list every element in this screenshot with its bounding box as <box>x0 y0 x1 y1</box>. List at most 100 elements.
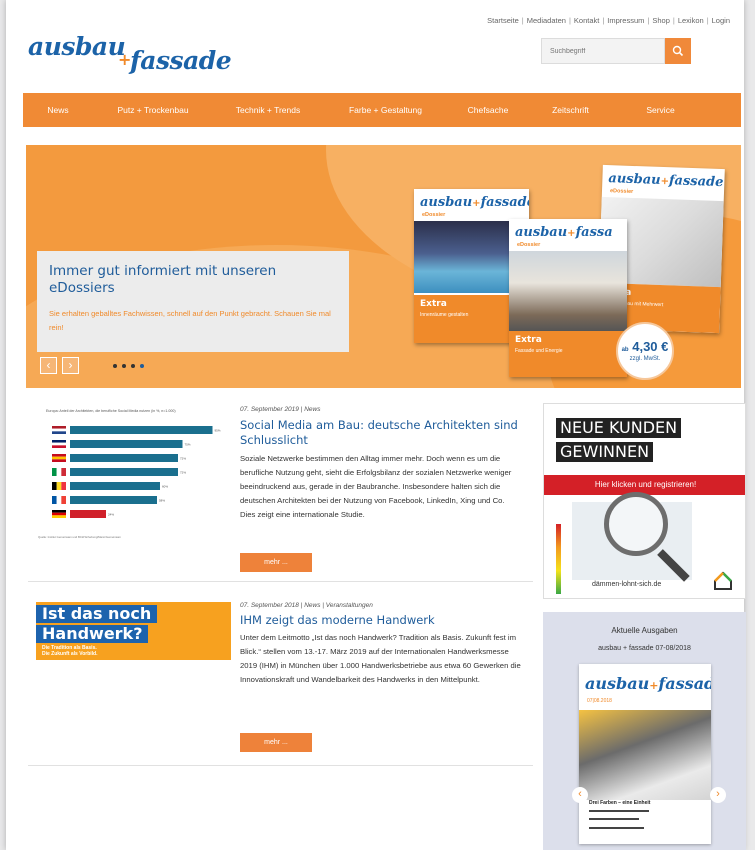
house-icon <box>714 571 732 590</box>
flag-es <box>52 454 66 457</box>
chart-bar <box>70 496 157 504</box>
toplink-shop[interactable]: Shop <box>652 16 670 25</box>
slider-dot[interactable] <box>113 364 117 368</box>
flag-es <box>52 459 66 462</box>
flag-uk <box>52 445 66 448</box>
cover-logo: ausbau+fassade <box>420 195 529 210</box>
flag-fr <box>52 496 57 504</box>
flag-be <box>52 482 57 490</box>
social-media-chart[interactable]: Europa: Anteil der Architekten, die beru… <box>34 406 224 546</box>
hero-next-button[interactable]: › <box>62 357 79 374</box>
nav-item[interactable]: News <box>23 105 93 115</box>
nav-item[interactable]: Chefsache <box>448 105 528 115</box>
article-card: Europa: Anteil der Architekten, die beru… <box>28 400 533 582</box>
cover-logo: ausbau+fassa <box>515 225 613 240</box>
page: Startseite | Mediadaten | Kontakt | Impressum |… <box>6 0 746 850</box>
chart-data-label: 24% <box>108 513 114 517</box>
flag-de <box>52 515 66 518</box>
magnifier-icon <box>604 492 668 556</box>
issues-prev-button[interactable]: ‹ <box>572 787 588 803</box>
chart-bar <box>70 510 106 518</box>
toplink-kontakt[interactable]: Kontakt <box>574 16 599 25</box>
flag-fr <box>56 496 62 504</box>
hero-title: Immer gut informiert mit unseren eDossie… <box>49 263 277 296</box>
issue-cover[interactable]: ausbau+fassade 07|08.2018 Drei Farben – … <box>579 664 711 844</box>
cover-band: Extra Fassade und Energie <box>509 331 627 377</box>
chart-data-label: 75% <box>185 443 191 447</box>
chart-bar <box>70 454 178 462</box>
flag-be <box>56 482 62 490</box>
issues-subtitle: ausbau + fassade 07-08/2018 <box>598 645 691 652</box>
slider-dot[interactable] <box>131 364 135 368</box>
nav-item[interactable]: Technik + Trends <box>213 105 323 115</box>
search-input[interactable] <box>541 38 665 64</box>
chart-source: Quelle: Institut Gemeinsam und BCW Erheb… <box>38 535 122 539</box>
hero-dots <box>113 364 144 368</box>
ad-cta[interactable]: Hier klicken und registrieren! <box>544 475 745 495</box>
flag-nl <box>52 428 66 432</box>
flag-fr <box>61 496 66 504</box>
ad-url: dämmen-lohnt-sich.de <box>592 581 662 588</box>
hero-textbox[interactable]: Immer gut informiert mit unseren eDossie… <box>37 251 349 352</box>
search-icon <box>672 45 684 57</box>
chart-title: Europa: Anteil der Architekten, die beru… <box>46 409 176 413</box>
toplink-impressum[interactable]: Impressum <box>607 16 644 25</box>
article-title[interactable]: IHM zeigt das moderne Handwerk <box>240 613 525 628</box>
read-more-button[interactable]: mehr ... <box>240 733 312 752</box>
article-title[interactable]: Social Media am Bau: deutsche Architekte… <box>240 418 525 448</box>
slider-dot[interactable] <box>140 364 144 368</box>
nav-item[interactable]: Zeitschrift <box>528 105 613 115</box>
chart-data-label: 72% <box>180 457 186 461</box>
chart-data-label: 72% <box>180 471 186 475</box>
issues-title: Aktuelle Ausgaben <box>611 626 678 635</box>
flag-de <box>52 512 66 516</box>
flag-it <box>61 468 66 476</box>
chart-bar <box>70 482 160 490</box>
chart-data-label: 58% <box>159 499 165 503</box>
cover-photo <box>579 710 711 800</box>
handwerk-banner[interactable]: Ist das noch Handwerk? Die Tradition als… <box>36 602 231 660</box>
nav-item[interactable]: Service <box>613 105 708 115</box>
hero-text: Sie erhalten geballtes Fachwissen, schne… <box>49 309 331 332</box>
issues-next-button[interactable]: › <box>710 787 726 803</box>
toplink-mediadaten[interactable]: Mediadaten <box>527 16 566 25</box>
toplink-startseite[interactable]: Startseite <box>487 16 519 25</box>
chart-data-label: 95% <box>215 429 221 433</box>
energy-scale <box>556 524 561 594</box>
logo-word-1: ausbau <box>28 32 126 61</box>
toplink-login[interactable]: Login <box>712 16 730 25</box>
nav-item[interactable]: Putz + Trockenbau <box>93 105 213 115</box>
flag-nl <box>52 431 66 434</box>
hero-slider: Immer gut informiert mit unseren eDossie… <box>26 145 741 388</box>
article-body: Soziale Netzwerke bestimmen den Alltag i… <box>240 454 512 519</box>
site-logo[interactable]: ausbau + fassade <box>28 28 248 78</box>
daemmen-ad[interactable]: NEUE KUNDEN GEWINNEN Hier klicken und re… <box>543 403 746 599</box>
logo-word-2: fassade <box>130 46 232 75</box>
chart-bar <box>70 468 178 476</box>
flag-uk <box>52 442 66 446</box>
flag-be <box>61 482 66 490</box>
cover-logo: ausbau+fassade <box>608 171 724 191</box>
flag-nl <box>52 426 66 429</box>
flag-es <box>52 456 66 460</box>
ad-headline-1: NEUE KUNDEN <box>556 418 682 438</box>
search-bar <box>541 38 691 64</box>
article-body: Unter dem Leitmotto „Ist das noch Handwe… <box>240 633 521 684</box>
slider-dot[interactable] <box>122 364 126 368</box>
article-meta: 07. September 2019 | News <box>240 406 321 413</box>
price-badge: ab 4,30 € zzgl. MwSt. <box>616 322 674 380</box>
chart-bar <box>70 440 183 448</box>
read-more-button[interactable]: mehr ... <box>240 553 312 572</box>
flag-uk <box>52 440 66 443</box>
edossier-cover[interactable]: ausbau+fassa eDossier Extra Fassade und … <box>509 219 627 377</box>
chart-data-label: 60% <box>162 485 168 489</box>
flag-it <box>52 468 57 476</box>
flag-de <box>52 510 66 513</box>
toplink-lexikon[interactable]: Lexikon <box>678 16 704 25</box>
nav-item[interactable]: Farbe + Gestaltung <box>323 105 448 115</box>
search-button[interactable] <box>665 38 691 64</box>
current-issues-box: Aktuelle Ausgaben ausbau + fassade 07-08… <box>543 612 746 850</box>
chart-bar <box>70 426 213 434</box>
top-links: Startseite | Mediadaten | Kontakt | Impressum |… <box>487 16 730 25</box>
hero-prev-button[interactable]: ‹ <box>40 357 57 374</box>
